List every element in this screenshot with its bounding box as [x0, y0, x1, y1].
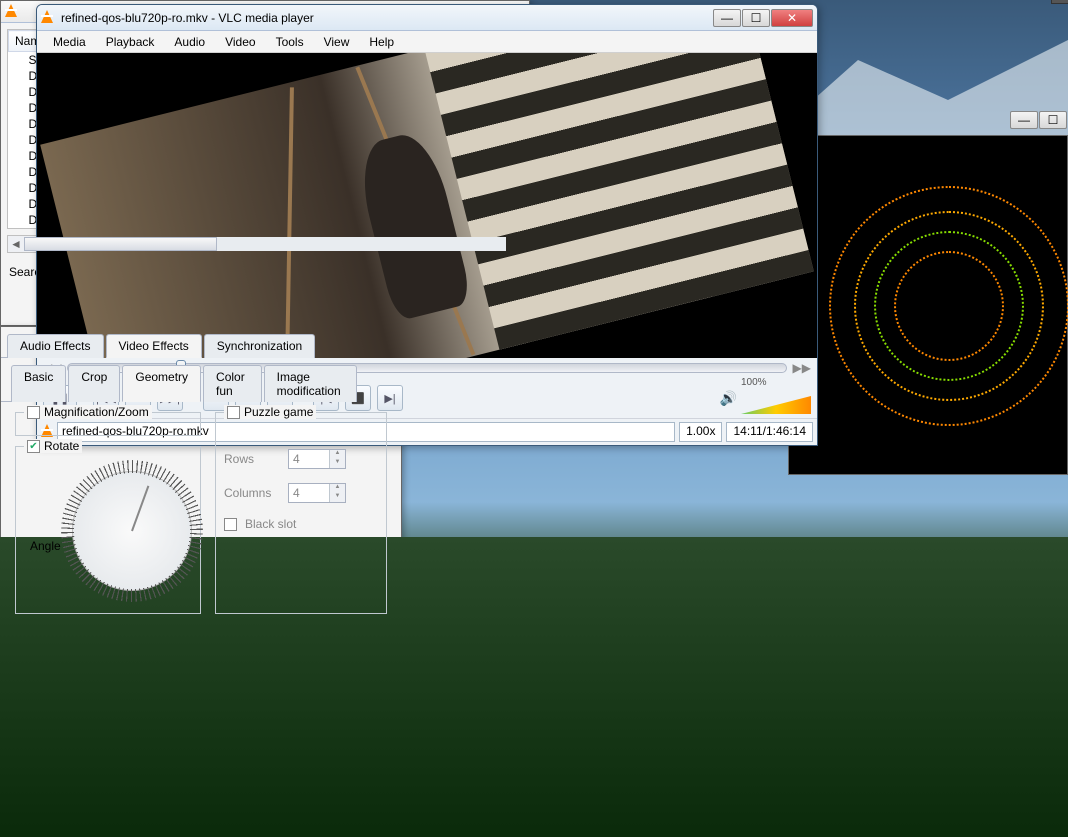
tab-crop[interactable]: Crop [68, 365, 120, 402]
vlc-icon [41, 10, 57, 26]
close-icon[interactable]: ✕ [1051, 0, 1068, 4]
tab-video-effects[interactable]: Video Effects [106, 334, 202, 358]
time-indicator[interactable]: 14:11/1:46:14 [726, 422, 813, 442]
horizontal-scrollbar[interactable]: ◄ ► [7, 235, 523, 253]
tab-geometry[interactable]: Geometry [122, 365, 201, 402]
minimize-button[interactable]: — [713, 9, 741, 27]
volume-slider[interactable] [741, 396, 811, 414]
tab-audio-effects[interactable]: Audio Effects [7, 334, 104, 358]
tab-synchronization[interactable]: Synchronization [204, 334, 315, 358]
menu-audio[interactable]: Audio [164, 33, 215, 51]
tab-basic[interactable]: Basic [11, 365, 66, 402]
columns-spinner[interactable]: 4▲▼ [288, 483, 346, 503]
menu-media[interactable]: Media [43, 33, 96, 51]
rotate-checkbox[interactable]: ✔ [27, 440, 40, 453]
menu-tools[interactable]: Tools [266, 33, 314, 51]
angle-label: Angle [30, 539, 61, 553]
vlc-icon [5, 4, 21, 20]
skip-forward-button[interactable]: ▶▶ [793, 361, 811, 375]
puzzle-checkbox[interactable] [227, 406, 240, 419]
minimize-button[interactable]: — [1010, 111, 1038, 129]
rows-spinner[interactable]: 4▲▼ [288, 449, 346, 469]
rows-label: Rows [224, 452, 280, 466]
window-title: refined-qos-blu720p-ro.mkv - VLC media p… [61, 11, 712, 25]
tab-image-modification[interactable]: Image modification [264, 365, 357, 402]
blackslot-checkbox[interactable] [224, 518, 237, 531]
puzzle-label: Puzzle game [244, 405, 313, 419]
angle-dial[interactable] [72, 471, 192, 591]
volume-label: 100% [741, 377, 767, 388]
mute-button[interactable]: 🔊 [720, 390, 737, 407]
maximize-button[interactable]: ☐ [1039, 111, 1067, 129]
menu-playback[interactable]: Playback [96, 33, 165, 51]
menubar: Media Playback Audio Video Tools View He… [37, 31, 817, 53]
rotate-label: Rotate [44, 439, 79, 453]
menu-help[interactable]: Help [359, 33, 404, 51]
visualizer-window: — ☐ [788, 135, 1068, 475]
titlebar[interactable]: refined-qos-blu720p-ro.mkv - VLC media p… [37, 5, 817, 31]
video-area[interactable] [37, 53, 817, 358]
blackslot-label: Black slot [245, 517, 296, 531]
scroll-left-icon[interactable]: ◄ [8, 237, 24, 251]
speed-indicator[interactable]: 1.00x [679, 422, 722, 442]
close-button[interactable]: ✕ [771, 9, 813, 27]
magnification-checkbox[interactable] [27, 406, 40, 419]
menu-video[interactable]: Video [215, 33, 265, 51]
tab-colorfun[interactable]: Color fun [203, 365, 262, 402]
frame-forward-button[interactable]: ▶| [377, 385, 403, 411]
magnification-label: Magnification/Zoom [44, 405, 149, 419]
maximize-button[interactable]: ☐ [742, 9, 770, 27]
menu-view[interactable]: View [314, 33, 360, 51]
columns-label: Columns [224, 486, 280, 500]
